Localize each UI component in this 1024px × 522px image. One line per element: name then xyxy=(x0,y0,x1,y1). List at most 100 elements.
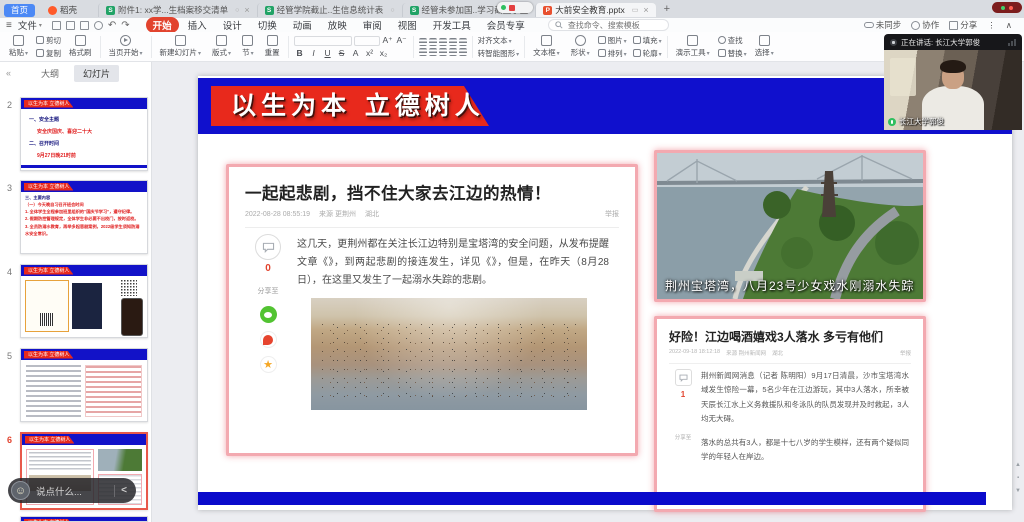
underline-button[interactable]: U xyxy=(322,48,334,58)
tab-view[interactable]: 视图 xyxy=(391,17,424,33)
to-smart-graphic-button[interactable]: 转智能图形 xyxy=(478,48,520,59)
tab-transition[interactable]: 切换 xyxy=(251,17,284,33)
layout-button[interactable]: 版式 xyxy=(209,35,234,58)
slide-title[interactable]: 以生为本 立德树人 xyxy=(211,86,489,126)
tab-start[interactable]: 开始 xyxy=(146,17,179,33)
tab-slideshow[interactable]: 放映 xyxy=(321,17,354,33)
reset-button[interactable]: 重置 xyxy=(262,35,283,58)
tab-slides[interactable]: 幻灯片 xyxy=(74,65,119,82)
tab-devtools[interactable]: 开发工具 xyxy=(426,17,478,33)
align-text-button[interactable]: 对齐文本 xyxy=(478,35,520,46)
search-input[interactable] xyxy=(566,20,662,31)
play-from-page-button[interactable]: 当页开始 xyxy=(106,35,146,58)
italic-button[interactable]: I xyxy=(308,48,320,58)
outline-button[interactable]: 轮廓 xyxy=(633,48,662,59)
bullet-list-icon[interactable] xyxy=(419,38,427,46)
tab-home[interactable]: 首页 xyxy=(4,4,35,17)
editing-canvas[interactable]: 以生为本 立德树人 一起起悲剧，挡不住大家去江边的热情！ 2022-08-28 … xyxy=(152,62,1024,522)
command-search[interactable] xyxy=(548,19,669,31)
close-icon[interactable]: × xyxy=(643,5,648,15)
justify-icon[interactable] xyxy=(449,48,457,56)
close-icon[interactable]: × xyxy=(244,5,249,15)
canvas-scrollbar[interactable]: ▲ ▪ ▼ xyxy=(1015,462,1021,494)
select-button[interactable]: 选择 xyxy=(752,35,777,58)
find-button[interactable]: 查找 xyxy=(718,35,747,46)
font-size-select[interactable] xyxy=(354,36,380,46)
new-slide-button[interactable]: 新建幻灯片 xyxy=(157,35,205,58)
collapse-panel-icon[interactable]: « xyxy=(6,68,11,78)
collapse-chevron-icon[interactable]: < xyxy=(121,485,127,496)
more-menu-icon[interactable]: ⋮ xyxy=(987,20,996,31)
textbox-button[interactable]: 文本框 xyxy=(530,35,563,58)
subscript-icon[interactable]: x₂ xyxy=(378,48,390,58)
collapse-ribbon-icon[interactable]: ∧ xyxy=(1006,20,1012,31)
font-color-icon[interactable]: A xyxy=(350,48,362,58)
participant-video[interactable]: 长江大学郭俊 xyxy=(884,50,1022,130)
tab-outline[interactable]: 大纲 xyxy=(32,65,68,82)
align-center-icon[interactable] xyxy=(429,48,437,56)
undo-icon[interactable]: ↶ xyxy=(108,20,116,31)
tab-docer[interactable]: 稻壳 xyxy=(41,3,84,17)
superscript-icon[interactable]: x² xyxy=(364,48,376,58)
tab-doc-2[interactable]: S 经管学院截止..生信息统计表 ○ xyxy=(257,3,402,17)
screen-share-indicator[interactable] xyxy=(497,2,533,13)
section-button[interactable]: 节 xyxy=(239,35,257,58)
format-painter-button[interactable]: 格式刷 xyxy=(66,35,95,58)
font-name-select[interactable] xyxy=(294,36,352,46)
tab-doc-active[interactable]: P 大前安全教育.pptx ▭ × xyxy=(535,3,655,17)
slide-thumbnail-5[interactable]: 5 以生为本 立德树人 xyxy=(20,348,148,422)
slide-thumbnail-7[interactable]: 以生为本 立德树人 xyxy=(20,516,148,522)
tab-animation[interactable]: 动画 xyxy=(286,17,319,33)
paste-button[interactable]: 粘贴 xyxy=(6,35,31,58)
preview-icon[interactable] xyxy=(94,21,103,30)
replace-button[interactable]: 替换 xyxy=(718,48,747,59)
tab-insert[interactable]: 插入 xyxy=(181,17,214,33)
sync-status[interactable]: 未同步 xyxy=(864,19,902,31)
present-tools-button[interactable]: 演示工具 xyxy=(673,35,713,58)
collaborate-button[interactable]: 协作 xyxy=(911,19,939,31)
news-article-1[interactable]: 一起起悲剧，挡不住大家去江边的热情！ 2022-08-28 08:55:19 来… xyxy=(226,164,638,456)
emoji-icon[interactable]: ☺ xyxy=(11,481,30,500)
picture-button[interactable]: 图片 xyxy=(598,35,627,46)
strikethrough-button[interactable]: S xyxy=(336,48,348,58)
tab-doc-1[interactable]: S 附件1: xx学...生档案移交清单 ○ × xyxy=(98,3,257,17)
file-menu[interactable]: 文件 ▾ xyxy=(18,18,42,32)
shape-button[interactable]: 形状 xyxy=(568,35,593,58)
redo-icon[interactable]: ↷ xyxy=(121,20,129,31)
fill-button[interactable]: 填充 xyxy=(633,35,662,46)
align-right-icon[interactable] xyxy=(439,48,447,56)
tab-design[interactable]: 设计 xyxy=(216,17,249,33)
meeting-chat-pill[interactable]: ☺ 说点什么... < xyxy=(8,478,136,503)
increase-font-icon[interactable]: A⁺ xyxy=(382,35,394,46)
scroll-up-icon[interactable]: ▲ xyxy=(1015,462,1021,468)
slide-thumbnail-2[interactable]: 2 以生为本 立德树人 一、安全主题 安全庆国庆、喜迎二十大 二、召开时间 9月… xyxy=(20,97,148,171)
align-left-icon[interactable] xyxy=(419,48,427,56)
hamburger-icon[interactable]: ≡ xyxy=(6,20,12,31)
new-tab-button[interactable]: + xyxy=(664,3,670,15)
news-article-2[interactable]: 好险！江边喝酒嬉戏3人落水 多亏有他们 2022-09-18 18:12:18 … xyxy=(654,316,926,512)
tab-member[interactable]: 会员专享 xyxy=(480,17,532,33)
number-list-icon[interactable] xyxy=(429,38,437,46)
meeting-video-overlay[interactable]: 正在讲话: 长江大学郭俊 长江大学郭俊 xyxy=(884,34,1022,130)
chat-input-placeholder[interactable]: 说点什么... xyxy=(36,484,108,498)
decrease-font-icon[interactable]: A⁻ xyxy=(396,35,408,46)
scroll-down-icon[interactable]: ▼ xyxy=(1015,488,1021,494)
indent-increase-icon[interactable] xyxy=(449,38,457,46)
meeting-window-controls[interactable] xyxy=(992,2,1022,13)
arrange-button[interactable]: 排列 xyxy=(598,48,627,59)
line-spacing-icon[interactable] xyxy=(459,38,467,46)
cut-button[interactable]: 剪切 xyxy=(36,35,61,46)
columns-icon[interactable] xyxy=(459,48,467,56)
export-icon[interactable] xyxy=(66,21,75,30)
river-video-frame[interactable]: 荆州宝塔湾，八月23号少女戏水刚溺水失踪 xyxy=(654,150,926,302)
share-button[interactable]: 分享 xyxy=(949,19,977,31)
save-icon[interactable] xyxy=(52,21,61,30)
slide-thumbnail-4[interactable]: 4 以生为本 立德树人 xyxy=(20,264,148,338)
indent-decrease-icon[interactable] xyxy=(439,38,447,46)
bold-button[interactable]: B xyxy=(294,48,306,58)
copy-button[interactable]: 复制 xyxy=(36,48,61,59)
print-icon[interactable] xyxy=(80,21,89,30)
tab-review[interactable]: 审阅 xyxy=(356,17,389,33)
current-slide[interactable]: 以生为本 立德树人 一起起悲剧，挡不住大家去江边的热情！ 2022-08-28 … xyxy=(198,76,1012,510)
scroll-handle[interactable]: ▪ xyxy=(1017,475,1019,481)
